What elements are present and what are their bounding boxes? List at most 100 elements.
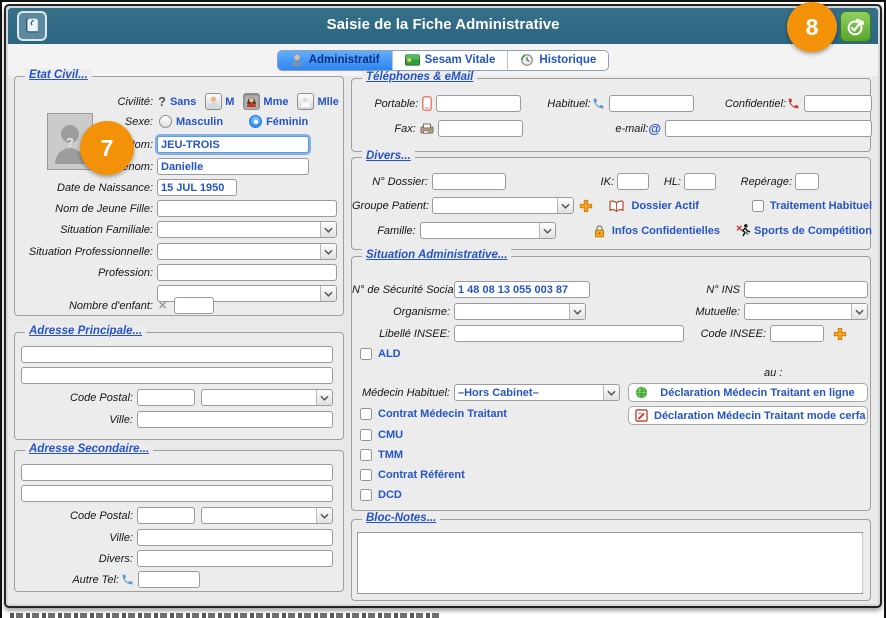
divers-title[interactable]: Divers... [362, 150, 415, 162]
confidentiel-input[interactable] [804, 95, 872, 112]
chevron-down-icon [539, 223, 555, 238]
validate-button[interactable] [840, 11, 871, 42]
traitement-habituel-checkbox[interactable] [752, 200, 764, 212]
add-plus-icon[interactable] [579, 199, 593, 213]
groupe-patient-select[interactable] [432, 197, 574, 214]
n-dossier-input[interactable] [432, 173, 506, 190]
adresse2-ligne1-input[interactable] [21, 464, 333, 481]
tab-historique[interactable]: Historique [508, 51, 608, 70]
medecin-habituel-select[interactable]: –Hors Cabinet– [454, 384, 620, 401]
adresse1-ligne2-input[interactable] [21, 367, 333, 384]
tab-sesam-vitale[interactable]: Sesam Vitale [393, 51, 509, 70]
dcd-label[interactable]: DCD [378, 489, 402, 501]
civilite-mlle[interactable]: Mlle [317, 96, 338, 108]
cp2-label: Code Postal: [21, 510, 133, 522]
ville2-input[interactable] [137, 529, 333, 546]
etat-civil-title[interactable]: Etat Civil... [25, 69, 92, 81]
ald-label[interactable]: ALD [378, 348, 401, 360]
ik-input[interactable] [617, 173, 649, 190]
cp1-select[interactable] [201, 389, 333, 406]
cp2-select[interactable] [201, 507, 333, 524]
cp1-input[interactable] [137, 389, 195, 406]
sexe-label: Sexe: [21, 116, 153, 128]
civilite-m[interactable]: M [225, 96, 234, 108]
telephones-title[interactable]: Téléphones & eMail [362, 71, 477, 83]
adresse-secondaire-title[interactable]: Adresse Secondaire... [25, 443, 153, 455]
ville1-input[interactable] [137, 411, 333, 428]
cmu-checkbox[interactable] [360, 429, 372, 441]
divers2-label: Divers: [21, 553, 133, 565]
tmm-label[interactable]: TMM [378, 449, 403, 461]
email-input[interactable] [665, 120, 872, 137]
habituel-input[interactable] [609, 95, 694, 112]
mobile-phone-icon [422, 96, 432, 111]
dossier-actif-label[interactable]: Dossier Actif [631, 200, 698, 212]
contrat-medecin-traitant-label[interactable]: Contrat Médecin Traitant [378, 408, 507, 420]
ins-input[interactable] [744, 281, 868, 298]
fax-input[interactable] [438, 120, 523, 137]
radio-feminin-selected[interactable] [249, 115, 262, 128]
bloc-notes-title[interactable]: Bloc-Notes... [362, 512, 440, 524]
prenom-input[interactable] [157, 158, 309, 175]
civilite-sans[interactable]: Sans [170, 96, 196, 108]
organisme-select[interactable] [454, 303, 586, 320]
nom-jeune-fille-input[interactable] [157, 200, 337, 217]
declaration-en-ligne-button[interactable]: Déclaration Médecin Traitant en ligne [628, 383, 868, 402]
feminin-label[interactable]: Féminin [266, 116, 308, 128]
code-insee-input[interactable] [770, 325, 824, 342]
mutuelle-select[interactable] [744, 303, 868, 320]
hl-input[interactable] [684, 173, 716, 190]
organisme-label: Organisme: [352, 306, 450, 318]
footer-clipped-text [10, 613, 440, 618]
nss-input[interactable] [454, 281, 590, 298]
civilite-mme-button-selected[interactable] [243, 93, 260, 110]
date-naissance-input[interactable] [157, 179, 237, 196]
fax-label: Fax: [352, 123, 416, 135]
phone-handset-red-icon [787, 97, 800, 110]
panel-bloc-notes: Bloc-Notes... [351, 519, 871, 601]
situation-familiale-select[interactable] [157, 221, 337, 238]
cmu-label[interactable]: CMU [378, 429, 403, 441]
portable-input[interactable] [436, 95, 521, 112]
notes-scrollbar[interactable] [862, 534, 863, 592]
tab-label: Historique [539, 54, 596, 66]
lock-icon [594, 224, 605, 238]
masculin-label[interactable]: Masculin [176, 116, 223, 128]
adresse2-ligne2-input[interactable] [21, 485, 333, 502]
tab-administratif[interactable]: Administratif [278, 51, 393, 70]
nom-input[interactable] [157, 136, 309, 153]
code-insee-label: Code INSEE: [692, 328, 766, 340]
bloc-notes-textarea[interactable] [357, 532, 863, 594]
contrat-referent-label[interactable]: Contrat Référent [378, 469, 465, 481]
civilite-mlle-button[interactable] [297, 93, 314, 110]
add-plus-icon[interactable] [833, 327, 847, 341]
profession-input[interactable] [157, 264, 337, 281]
dcd-checkbox[interactable] [360, 489, 372, 501]
autre-tel-input[interactable] [138, 571, 200, 588]
radio-masculin[interactable] [159, 115, 172, 128]
contrat-medecin-traitant-checkbox[interactable] [360, 408, 372, 420]
nombre-enfant-input[interactable] [174, 297, 214, 314]
traitement-habituel-label[interactable]: Traitement Habituel [770, 200, 872, 212]
ald-checkbox[interactable] [360, 348, 372, 360]
adresse1-ligne1-input[interactable] [21, 346, 333, 363]
clear-x-icon[interactable]: ✕ [158, 299, 167, 312]
cp2-input[interactable] [137, 507, 195, 524]
chevron-down-icon [320, 286, 336, 301]
civilite-m-button[interactable] [205, 93, 222, 110]
medecin-habituel-label: Médecin Habituel: [352, 387, 450, 399]
situation-professionnelle-select[interactable] [157, 243, 337, 260]
adresse-principale-title[interactable]: Adresse Principale... [25, 325, 146, 337]
ins-label: N° INS [644, 284, 740, 296]
famille-select[interactable] [420, 222, 556, 239]
civilite-mme[interactable]: Mme [263, 96, 288, 108]
reperage-input[interactable] [795, 173, 819, 190]
contrat-referent-checkbox[interactable] [360, 469, 372, 481]
declaration-cerfa-button[interactable]: Déclaration Médecin Traitant mode cerfa [628, 406, 868, 425]
sports-competition-label[interactable]: Sports de Compétition [754, 225, 872, 237]
tmm-checkbox[interactable] [360, 449, 372, 461]
divers2-input[interactable] [137, 550, 333, 567]
libelle-insee-input[interactable] [454, 325, 684, 342]
infos-confidentielles-label[interactable]: Infos Confidentielles [612, 225, 720, 237]
situation-administrative-title[interactable]: Situation Administrative... [362, 249, 511, 261]
